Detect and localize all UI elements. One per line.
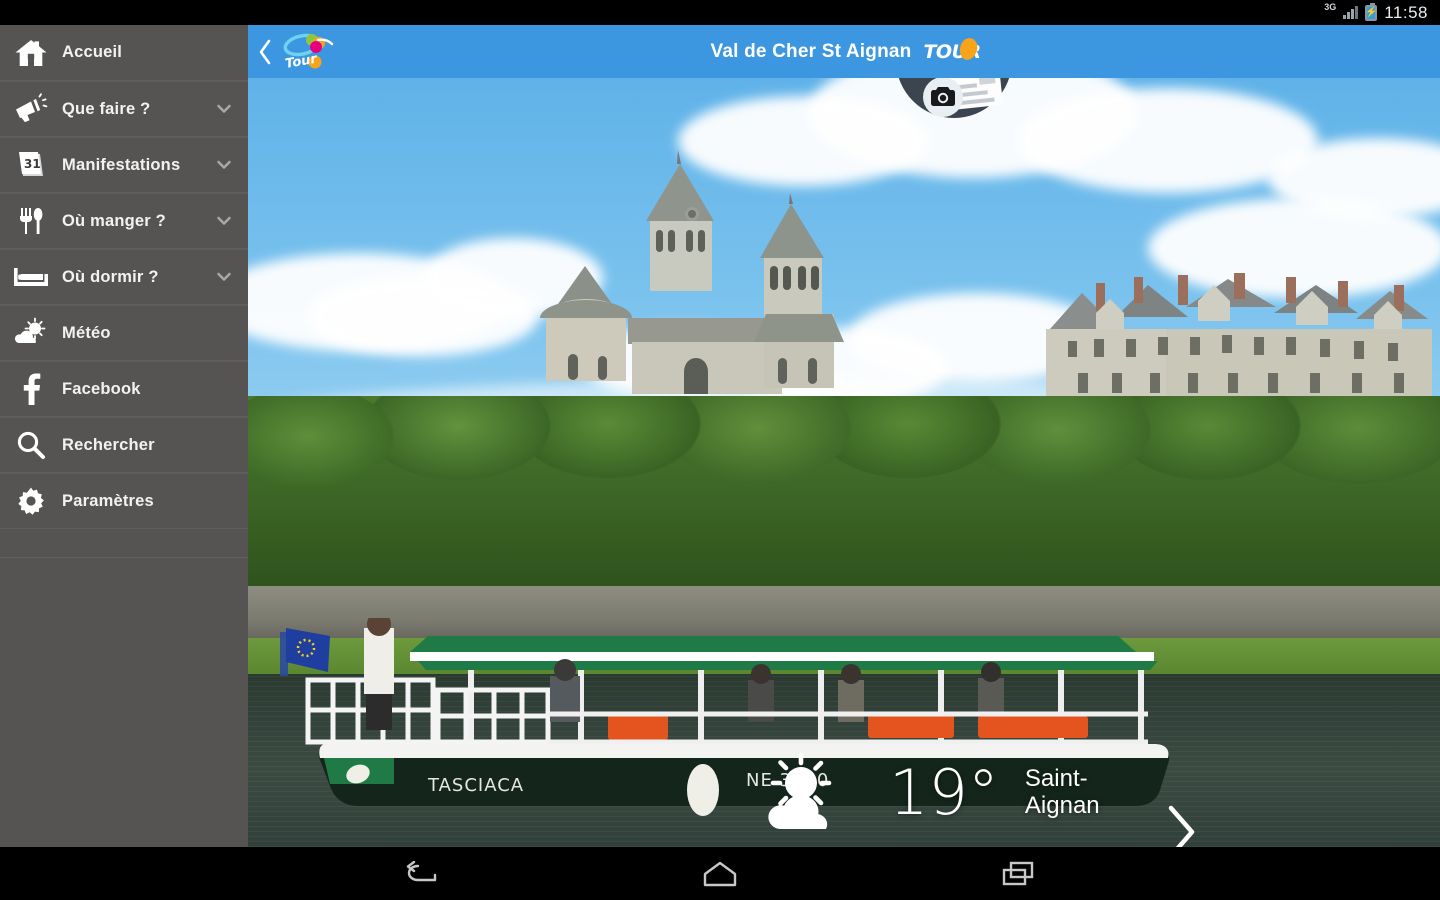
- sidebar-item-parametres[interactable]: Paramètres: [0, 473, 248, 529]
- facebook-icon: [8, 366, 54, 412]
- page-title: Val de Cher St Aignan: [710, 40, 912, 62]
- chevron-right-icon[interactable]: [1163, 803, 1199, 847]
- sidebar-item-label: Manifestations: [62, 155, 181, 174]
- sun-cloud-icon: [8, 310, 54, 356]
- search-icon: [8, 422, 54, 468]
- battery-charging-icon: ⚡: [1365, 2, 1377, 21]
- gear-icon: [8, 478, 54, 524]
- page-title-row: Val de Cher St Aignan TOUR: [248, 35, 1440, 67]
- sidebar-item-facebook[interactable]: Facebook: [0, 361, 248, 417]
- status-bar: 3G ⚡ 11:58: [0, 0, 1440, 25]
- megaphone-icon: [8, 86, 54, 132]
- postcard-badge[interactable]: [893, 78, 1015, 143]
- network-type-label: 3G: [1324, 2, 1337, 12]
- sidebar-item-label: Rechercher: [62, 435, 155, 454]
- navigation-drawer: Accueil Que faire ? 31 Manifestations Où…: [0, 25, 248, 847]
- tour-badge[interactable]: TOUR: [923, 35, 981, 67]
- chevron-down-icon[interactable]: [216, 101, 232, 117]
- weather-temperature: 19°: [889, 756, 999, 829]
- chevron-down-icon[interactable]: [216, 213, 232, 229]
- hero-photo[interactable]: TASCIACA NE 3120: [248, 78, 1440, 847]
- weather-widget[interactable]: 19° Saint-Aignan: [753, 748, 1223, 838]
- sidebar-item-meteo[interactable]: Météo: [0, 305, 248, 361]
- tree-hedge-row: [248, 396, 1440, 608]
- sidebar-item-accueil[interactable]: Accueil: [0, 25, 248, 81]
- svg-text:31: 31: [24, 157, 41, 171]
- status-clock: 11:58: [1384, 2, 1428, 22]
- app-header-bar: Tour Val de Cher St Aignan TOUR: [248, 25, 1440, 78]
- chateau-illustration: [1046, 273, 1432, 413]
- sidebar-item-ou-dormir[interactable]: Où dormir ?: [0, 249, 248, 305]
- sidebar-item-label: Météo: [62, 323, 111, 342]
- cutlery-icon: [8, 198, 54, 244]
- chevron-down-icon[interactable]: [216, 157, 232, 173]
- android-navigation-bar: [0, 847, 1440, 900]
- sidebar-item-manifestations[interactable]: 31 Manifestations: [0, 137, 248, 193]
- home-icon: [8, 30, 54, 76]
- chevron-down-icon[interactable]: [216, 269, 232, 285]
- weather-city: Saint-Aignan: [1024, 765, 1100, 819]
- sidebar-empty-area: [0, 557, 248, 847]
- back-nav-icon[interactable]: [393, 853, 451, 895]
- sidebar-item-label: Paramètres: [62, 491, 154, 510]
- sidebar-item-label: Que faire ?: [62, 99, 151, 118]
- sidebar-item-label: Accueil: [62, 43, 123, 61]
- church-illustration: [540, 150, 844, 394]
- sidebar-item-label: Facebook: [62, 379, 141, 398]
- svg-text:TASCIACA: TASCIACA: [427, 775, 524, 796]
- home-nav-icon[interactable]: [691, 853, 749, 895]
- sidebar-item-label: Où manger ?: [62, 211, 166, 230]
- sun-behind-cloud-icon: [768, 752, 832, 829]
- recents-nav-icon[interactable]: [989, 853, 1047, 895]
- main-content: TASCIACA NE 3120: [248, 25, 1440, 847]
- sidebar-item-rechercher[interactable]: Rechercher: [0, 417, 248, 473]
- signal-bars-icon: [1343, 6, 1359, 19]
- sidebar-item-label: Où dormir ?: [62, 267, 159, 286]
- sidebar-item-ou-manger[interactable]: Où manger ?: [0, 193, 248, 249]
- app-root: Accueil Que faire ? 31 Manifestations Où…: [0, 25, 1440, 847]
- sidebar-item-que-faire[interactable]: Que faire ?: [0, 81, 248, 137]
- calendar-31-icon: 31: [8, 142, 54, 188]
- bed-icon: [8, 254, 54, 300]
